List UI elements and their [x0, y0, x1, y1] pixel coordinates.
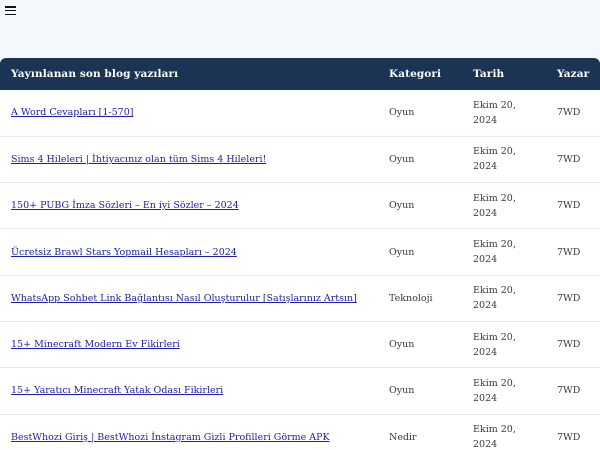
post-category: Oyun [378, 367, 462, 415]
post-link[interactable]: WhatsApp Sohbet Link Bağlantısı Nasıl Ol… [11, 293, 357, 304]
column-header-category: Kategori [378, 58, 462, 90]
post-date: Ekim 20, 2024 [462, 321, 546, 369]
post-author: 7WD [546, 90, 600, 137]
table-row: Ücretsiz Brawl Stars Yopmail Hesapları –… [0, 228, 600, 276]
table-row: Sims 4 Hileleri | İhtiyacınız olan tüm S… [0, 136, 600, 184]
column-header-title: Yayınlanan son blog yazıları [0, 58, 378, 90]
post-link[interactable]: 15+ Yaratıcı Minecraft Yatak Odası Fikir… [11, 385, 223, 396]
post-category: Teknoloji [378, 275, 462, 322]
table-row: A Word Cevapları [1-570] Oyun Ekim 20, 20… [0, 90, 600, 137]
post-link[interactable]: Sims 4 Hileleri | İhtiyacınız olan tüm S… [11, 154, 266, 165]
table-row: 15+ Yaratıcı Minecraft Yatak Odası Fikir… [0, 367, 600, 415]
post-date: Ekim 20, 2024 [462, 275, 546, 322]
hamburger-menu-icon[interactable] [5, 6, 16, 16]
post-category: Oyun [378, 136, 462, 184]
column-header-date: Tarih [462, 58, 546, 90]
table-row: 150+ PUBG İmza Sözleri – En iyi Sözler –… [0, 182, 600, 230]
table-row: BestWhozi Giriş | BestWhozi İnstagram Gi… [0, 414, 600, 450]
post-category: Oyun [378, 182, 462, 230]
post-link[interactable]: 150+ PUBG İmza Sözleri – En iyi Sözler –… [11, 200, 239, 211]
table-header-row: Yayınlanan son blog yazıları Kategori Ta… [0, 58, 600, 90]
post-category: Oyun [378, 90, 462, 137]
post-author: 7WD [546, 275, 600, 322]
post-link[interactable]: 15+ Minecraft Modern Ev Fikirleri [11, 339, 180, 350]
post-category: Nedir [378, 414, 462, 450]
post-date: Ekim 20, 2024 [462, 414, 546, 450]
post-link[interactable]: A Word Cevapları [1-570] [11, 107, 133, 118]
table-row: 15+ Minecraft Modern Ev Fikirleri Oyun E… [0, 321, 600, 369]
post-category: Oyun [378, 228, 462, 276]
column-header-author: Yazar [546, 58, 600, 90]
post-author: 7WD [546, 136, 600, 184]
post-date: Ekim 20, 2024 [462, 228, 546, 276]
post-author: 7WD [546, 414, 600, 450]
post-link[interactable]: Ücretsiz Brawl Stars Yopmail Hesapları –… [11, 247, 237, 258]
recent-posts-table-container: Yayınlanan son blog yazıları Kategori Ta… [0, 58, 600, 450]
post-date: Ekim 20, 2024 [462, 367, 546, 415]
table-row: WhatsApp Sohbet Link Bağlantısı Nasıl Ol… [0, 275, 600, 322]
post-date: Ekim 20, 2024 [462, 182, 546, 230]
top-bar [0, 0, 600, 24]
post-author: 7WD [546, 367, 600, 415]
post-date: Ekim 20, 2024 [462, 136, 546, 184]
post-author: 7WD [546, 321, 600, 369]
post-author: 7WD [546, 228, 600, 276]
post-date: Ekim 20, 2024 [462, 90, 546, 137]
post-link[interactable]: BestWhozi Giriş | BestWhozi İnstagram Gi… [11, 432, 330, 443]
recent-posts-table: Yayınlanan son blog yazıları Kategori Ta… [0, 58, 600, 450]
post-category: Oyun [378, 321, 462, 369]
post-author: 7WD [546, 182, 600, 230]
